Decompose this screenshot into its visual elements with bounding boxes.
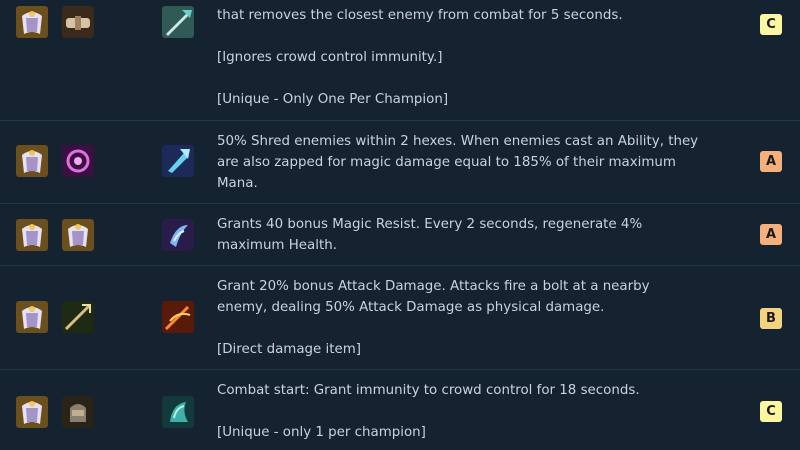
cloak-icon[interactable] — [62, 219, 94, 251]
cloak-icon[interactable] — [16, 396, 48, 428]
description-line: Mana. — [217, 176, 258, 191]
item-description: 50% Shred enemies within 2 hexes. When e… — [217, 131, 717, 194]
tier-badge: C — [760, 14, 782, 35]
quicksilver-blade-icon[interactable] — [162, 6, 194, 38]
description-line: [Unique - only 1 per champion] — [217, 425, 426, 440]
cloak-icon[interactable] — [16, 301, 48, 333]
item-description: that removes the closest enemy from comb… — [217, 5, 717, 110]
gauntlet-icon[interactable] — [62, 396, 94, 428]
quicksilver-icon[interactable] — [162, 396, 194, 428]
table-row: that removes the closest enemy from comb… — [0, 0, 800, 121]
table-row: Grants 40 bonus Magic Resist. Every 2 se… — [0, 203, 800, 266]
bow-icon[interactable] — [62, 301, 94, 333]
ionic-spark-icon[interactable] — [162, 145, 194, 177]
description-line: Grant 20% bonus Attack Damage. Attacks f… — [217, 279, 650, 294]
item-description: Grants 40 bonus Magic Resist. Every 2 se… — [217, 214, 717, 256]
description-line: maximum Health. — [217, 238, 337, 253]
tier-badge: A — [760, 151, 782, 172]
spellbook-icon[interactable] — [62, 145, 94, 177]
description-line: [Unique - Only One Per Champion] — [217, 92, 449, 107]
cloak-icon[interactable] — [16, 219, 48, 251]
description-line: Combat start: Grant immunity to crowd co… — [217, 383, 640, 398]
table-row: 50% Shred enemies within 2 hexes. When e… — [0, 120, 800, 204]
item-description: Combat start: Grant immunity to crowd co… — [217, 380, 717, 443]
tier-badge: A — [760, 224, 782, 245]
item-description: Grant 20% bonus Attack Damage. Attacks f… — [217, 276, 717, 360]
table-row: Grant 20% bonus Attack Damage. Attacks f… — [0, 265, 800, 370]
tier-badge: C — [760, 401, 782, 422]
description-line: that removes the closest enemy from comb… — [217, 8, 623, 23]
tier-badge: B — [760, 308, 782, 329]
description-line: 50% Shred enemies within 2 hexes. When e… — [217, 134, 699, 149]
description-line: Grants 40 bonus Magic Resist. Every 2 se… — [217, 217, 643, 232]
table-row: Combat start: Grant immunity to crowd co… — [0, 369, 800, 450]
dragons-claw-icon[interactable] — [162, 219, 194, 251]
runaans-hurricane-icon[interactable] — [162, 301, 194, 333]
item-table: that removes the closest enemy from comb… — [0, 0, 800, 450]
description-line: [Ignores crowd control immunity.] — [217, 50, 443, 65]
description-line: [Direct damage item] — [217, 342, 362, 357]
belt-icon[interactable] — [62, 6, 94, 38]
cloak-icon[interactable] — [16, 145, 48, 177]
description-line: enemy, dealing 50% Attack Damage as phys… — [217, 300, 605, 315]
description-line: are also zapped for magic damage equal t… — [217, 155, 676, 170]
cloak-icon[interactable] — [16, 6, 48, 38]
